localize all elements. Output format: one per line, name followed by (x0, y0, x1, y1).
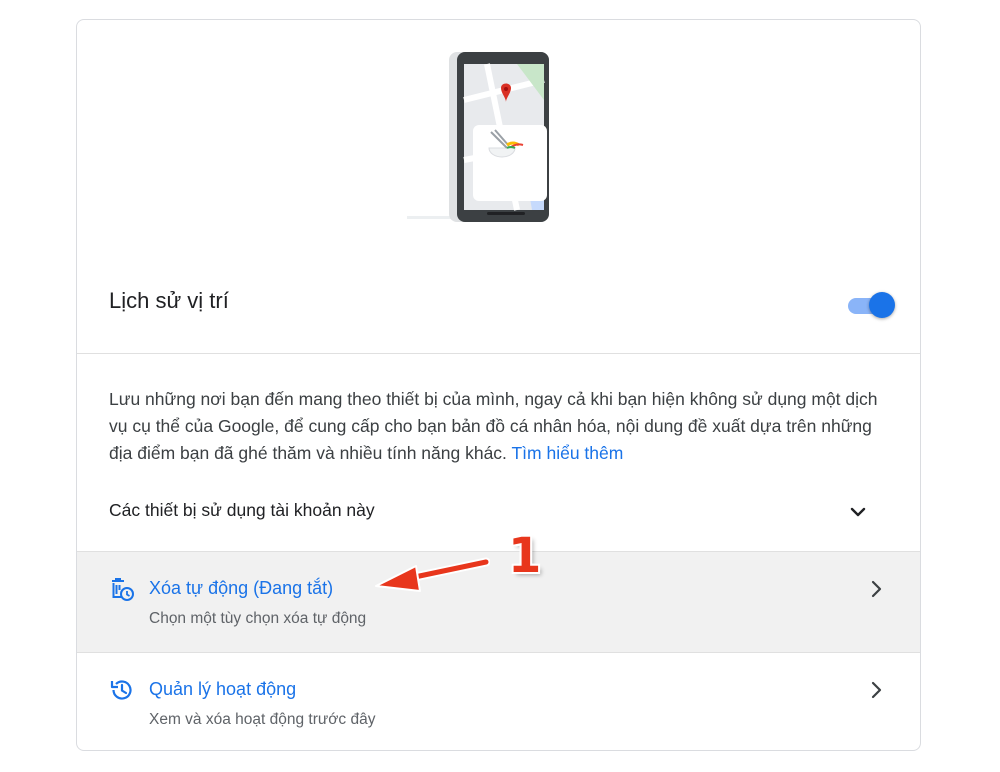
devices-dropdown[interactable]: Các thiết bị sử dụng tài khoản này (77, 492, 920, 532)
devices-label: Các thiết bị sử dụng tài khoản này (109, 500, 375, 520)
setting-description: Lưu những nơi bạn đến mang theo thiết bị… (109, 386, 899, 467)
location-history-card: Lịch sử vị trí Lưu những nơi bạn đến man… (76, 19, 921, 751)
location-history-header: Lịch sử vị trí (77, 275, 920, 355)
option-subtitle: Xem và xóa hoạt động trước đây (149, 711, 376, 728)
divider (77, 353, 920, 354)
setting-title: Lịch sử vị trí (109, 288, 229, 313)
chevron-right-icon (871, 580, 882, 598)
manage-activity-option[interactable]: Quản lý hoạt động Xem và xóa hoạt động t… (77, 653, 920, 750)
learn-more-link[interactable]: Tìm hiểu thêm (511, 443, 623, 463)
option-title: Xóa tự động (Đang tắt) (149, 578, 334, 598)
history-icon (110, 680, 132, 700)
auto-delete-icon (112, 578, 134, 601)
location-history-toggle[interactable] (846, 291, 896, 319)
chevron-right-icon (871, 681, 882, 699)
option-title: Quản lý hoạt động (149, 679, 297, 699)
phone-map-illustration (407, 52, 549, 222)
chevron-down-icon (850, 507, 866, 517)
annotation-number: 1 (508, 528, 542, 584)
annotation-arrow (375, 557, 490, 592)
option-subtitle: Chọn một tùy chọn xóa tự động (149, 610, 367, 627)
description-text: Lưu những nơi bạn đến mang theo thiết bị… (109, 389, 878, 463)
toggle-thumb (869, 292, 895, 318)
auto-delete-option[interactable]: Xóa tự động (Đang tắt) Chọn một tùy chọn… (77, 552, 920, 652)
